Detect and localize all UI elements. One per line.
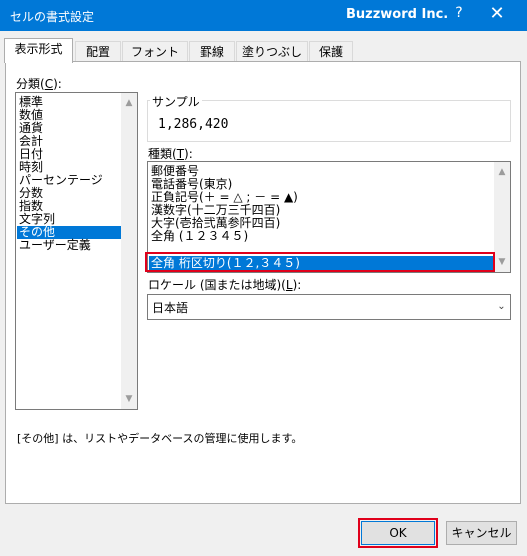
down-arrow-icon[interactable]: ▼ <box>494 254 510 270</box>
chevron-down-icon[interactable]: ⌄ <box>493 295 510 319</box>
sample-value: 1,286,420 <box>158 117 229 132</box>
locale-select[interactable]: 日本語 ⌄ <box>147 294 511 320</box>
type-label: 種類(T): <box>148 147 193 161</box>
brand-label: Buzzword Inc. <box>346 7 449 22</box>
category-scrollbar[interactable]: ▲ ▼ <box>121 93 137 409</box>
tab-border[interactable]: 罫線 <box>189 41 235 62</box>
locale-label: ロケール (国または地域)(L): <box>148 278 302 292</box>
category-description: [その他] は、リストやデータベースの管理に使用します。 <box>17 432 303 445</box>
tab-protection[interactable]: 保護 <box>309 41 353 62</box>
title-bar: セルの書式設定 Buzzword Inc. ? ✕ <box>0 0 527 31</box>
tab-font[interactable]: フォント <box>122 41 188 62</box>
sample-label: サンプル <box>150 93 202 110</box>
up-arrow-icon[interactable]: ▲ <box>494 164 510 180</box>
category-list[interactable]: 標準 数値 通貨 会計 日付 時刻 パーセンテージ 分数 指数 文字列 その他 … <box>15 92 138 410</box>
ok-button[interactable]: OK <box>361 521 435 545</box>
list-item-selected[interactable]: 全角 桁区切り(１２,３４５) <box>149 256 494 270</box>
close-button[interactable]: ✕ <box>482 3 512 27</box>
help-button[interactable]: ? <box>447 5 471 25</box>
type-scrollbar[interactable]: ▲ ▼ <box>494 162 510 272</box>
list-item[interactable]: 全角 (１２３４５) <box>151 230 248 243</box>
tab-number-format[interactable]: 表示形式 <box>4 38 73 63</box>
category-label: 分類(C): <box>16 77 62 91</box>
locale-value: 日本語 <box>152 301 189 315</box>
tab-alignment[interactable]: 配置 <box>75 41 121 62</box>
cancel-button[interactable]: キャンセル <box>446 521 517 545</box>
window-title: セルの書式設定 <box>10 10 95 24</box>
type-list[interactable]: 郵便番号 電話番号(東京) 正負記号(＋ = △ ; － = ▲) 漢数字(十二… <box>147 161 511 273</box>
up-arrow-icon[interactable]: ▲ <box>121 95 137 111</box>
tab-fill[interactable]: 塗りつぶし <box>236 41 308 62</box>
down-arrow-icon[interactable]: ▼ <box>121 391 137 407</box>
list-item[interactable]: ユーザー定義 <box>19 239 91 252</box>
